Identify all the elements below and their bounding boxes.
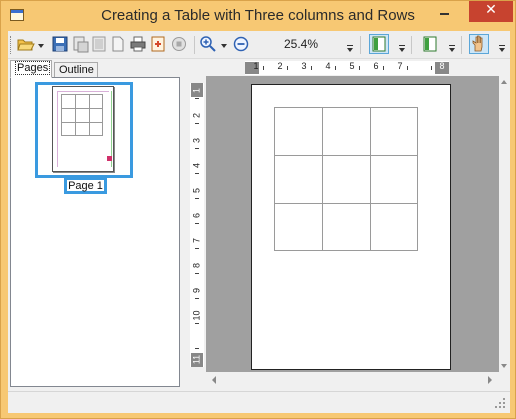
toolbar-separator — [194, 36, 195, 54]
toolbar-overflow-arrow[interactable] — [498, 45, 506, 55]
export-icon[interactable] — [149, 35, 167, 53]
ruler-number: 7 — [191, 238, 202, 244]
page-layout-icon[interactable] — [421, 35, 439, 53]
ruler-number: 2 — [277, 61, 283, 71]
table-row-line — [275, 203, 417, 204]
thumbnails-dropdown-arrow[interactable] — [398, 45, 406, 55]
app-window: Creating a Table with Three columns and … — [0, 0, 516, 419]
scroll-down-arrow[interactable] — [500, 362, 509, 370]
ruler-number: 10 — [191, 310, 202, 321]
vertical-scrollbar[interactable] — [499, 76, 510, 372]
thumbnail-pane[interactable]: Page 1 — [10, 77, 180, 387]
zoom-out-icon[interactable] — [232, 35, 250, 53]
scroll-left-arrow[interactable] — [211, 376, 219, 385]
open-folder-icon[interactable] — [17, 35, 35, 53]
toolbar: 25.4% — [8, 31, 510, 59]
show-thumbnails-icon[interactable] — [369, 34, 389, 54]
status-bar — [8, 391, 510, 413]
table-row-line — [275, 155, 417, 156]
ruler-number: 6 — [191, 213, 202, 219]
ruler-number: 1 — [191, 88, 202, 94]
table-column-line — [370, 108, 371, 250]
minimize-button[interactable] — [431, 1, 457, 22]
page-thumbnail[interactable] — [52, 86, 114, 172]
thumbnail-page-label: Page 1 — [68, 180, 103, 192]
scroll-up-arrow[interactable] — [500, 78, 509, 86]
tab-outline[interactable]: Outline — [54, 62, 98, 78]
ruler-number: 4 — [191, 163, 202, 169]
ruler-number: 8 — [439, 61, 445, 71]
vertical-ruler[interactable]: 1 2 3 4 5 6 7 8 9 10 11 — [190, 83, 204, 367]
zoom-in-icon[interactable] — [199, 35, 217, 53]
ruler-number: 7 — [397, 61, 403, 71]
save-icon[interactable] — [51, 35, 69, 53]
ruler-number: 3 — [191, 138, 202, 144]
layout-dropdown-arrow[interactable] — [448, 45, 456, 55]
toolbar-separator — [360, 36, 361, 54]
ruler-number: 6 — [373, 61, 379, 71]
hand-tool-icon[interactable] — [469, 34, 489, 54]
horizontal-ruler[interactable]: 1 2 3 4 5 6 7 8 — [245, 61, 449, 75]
first-page-icon[interactable] — [90, 35, 108, 53]
navigation-tabs: Pages Outline — [10, 60, 182, 78]
ruler-number: 11 — [191, 354, 202, 365]
margin-line — [57, 91, 109, 92]
zoom-level-field[interactable]: 25.4% — [284, 37, 334, 53]
client-area: 25.4% Pages Outline Page 1 1 2 3 4 5 6 7… — [8, 31, 510, 413]
open-dropdown-arrow[interactable] — [38, 44, 45, 48]
document-table — [274, 107, 418, 251]
ruler-number: 5 — [191, 188, 202, 194]
toolbar-separator — [411, 36, 412, 54]
tab-pages[interactable]: Pages — [10, 60, 52, 78]
size-grip[interactable] — [494, 398, 506, 410]
ruler-number: 3 — [301, 61, 307, 71]
title-bar[interactable]: Creating a Table with Three columns and … — [1, 1, 515, 31]
print-preview-area[interactable] — [206, 76, 499, 372]
thumbnail-corner-marker — [107, 156, 112, 161]
ruler-number: 1 — [253, 61, 259, 71]
preview-page — [251, 84, 451, 370]
ruler-number: 4 — [325, 61, 331, 71]
thumbnail-table — [61, 94, 103, 136]
toolbar-grip[interactable] — [10, 36, 13, 54]
horizontal-scrollbar[interactable] — [206, 373, 499, 387]
toolbar-separator — [461, 36, 462, 54]
scroll-right-arrow[interactable] — [486, 376, 494, 385]
zoom-in-dropdown-arrow[interactable] — [221, 44, 228, 48]
document-icon[interactable] — [109, 35, 127, 53]
close-button[interactable]: ✕ — [469, 1, 513, 22]
margin-line — [57, 91, 58, 167]
ruler-number: 2 — [191, 113, 202, 119]
thumbnail-label-frame[interactable]: Page 1 — [64, 177, 107, 194]
ruler-number: 9 — [191, 288, 202, 294]
ruler-number: 5 — [349, 61, 355, 71]
table-column-line — [322, 108, 323, 250]
stop-icon[interactable] — [170, 35, 188, 53]
zoom-dropdown-arrow[interactable] — [346, 45, 354, 55]
page-setup-icon[interactable] — [71, 35, 89, 53]
ruler-number: 8 — [191, 263, 202, 269]
print-icon[interactable] — [129, 35, 147, 53]
close-icon: ✕ — [485, 2, 497, 18]
